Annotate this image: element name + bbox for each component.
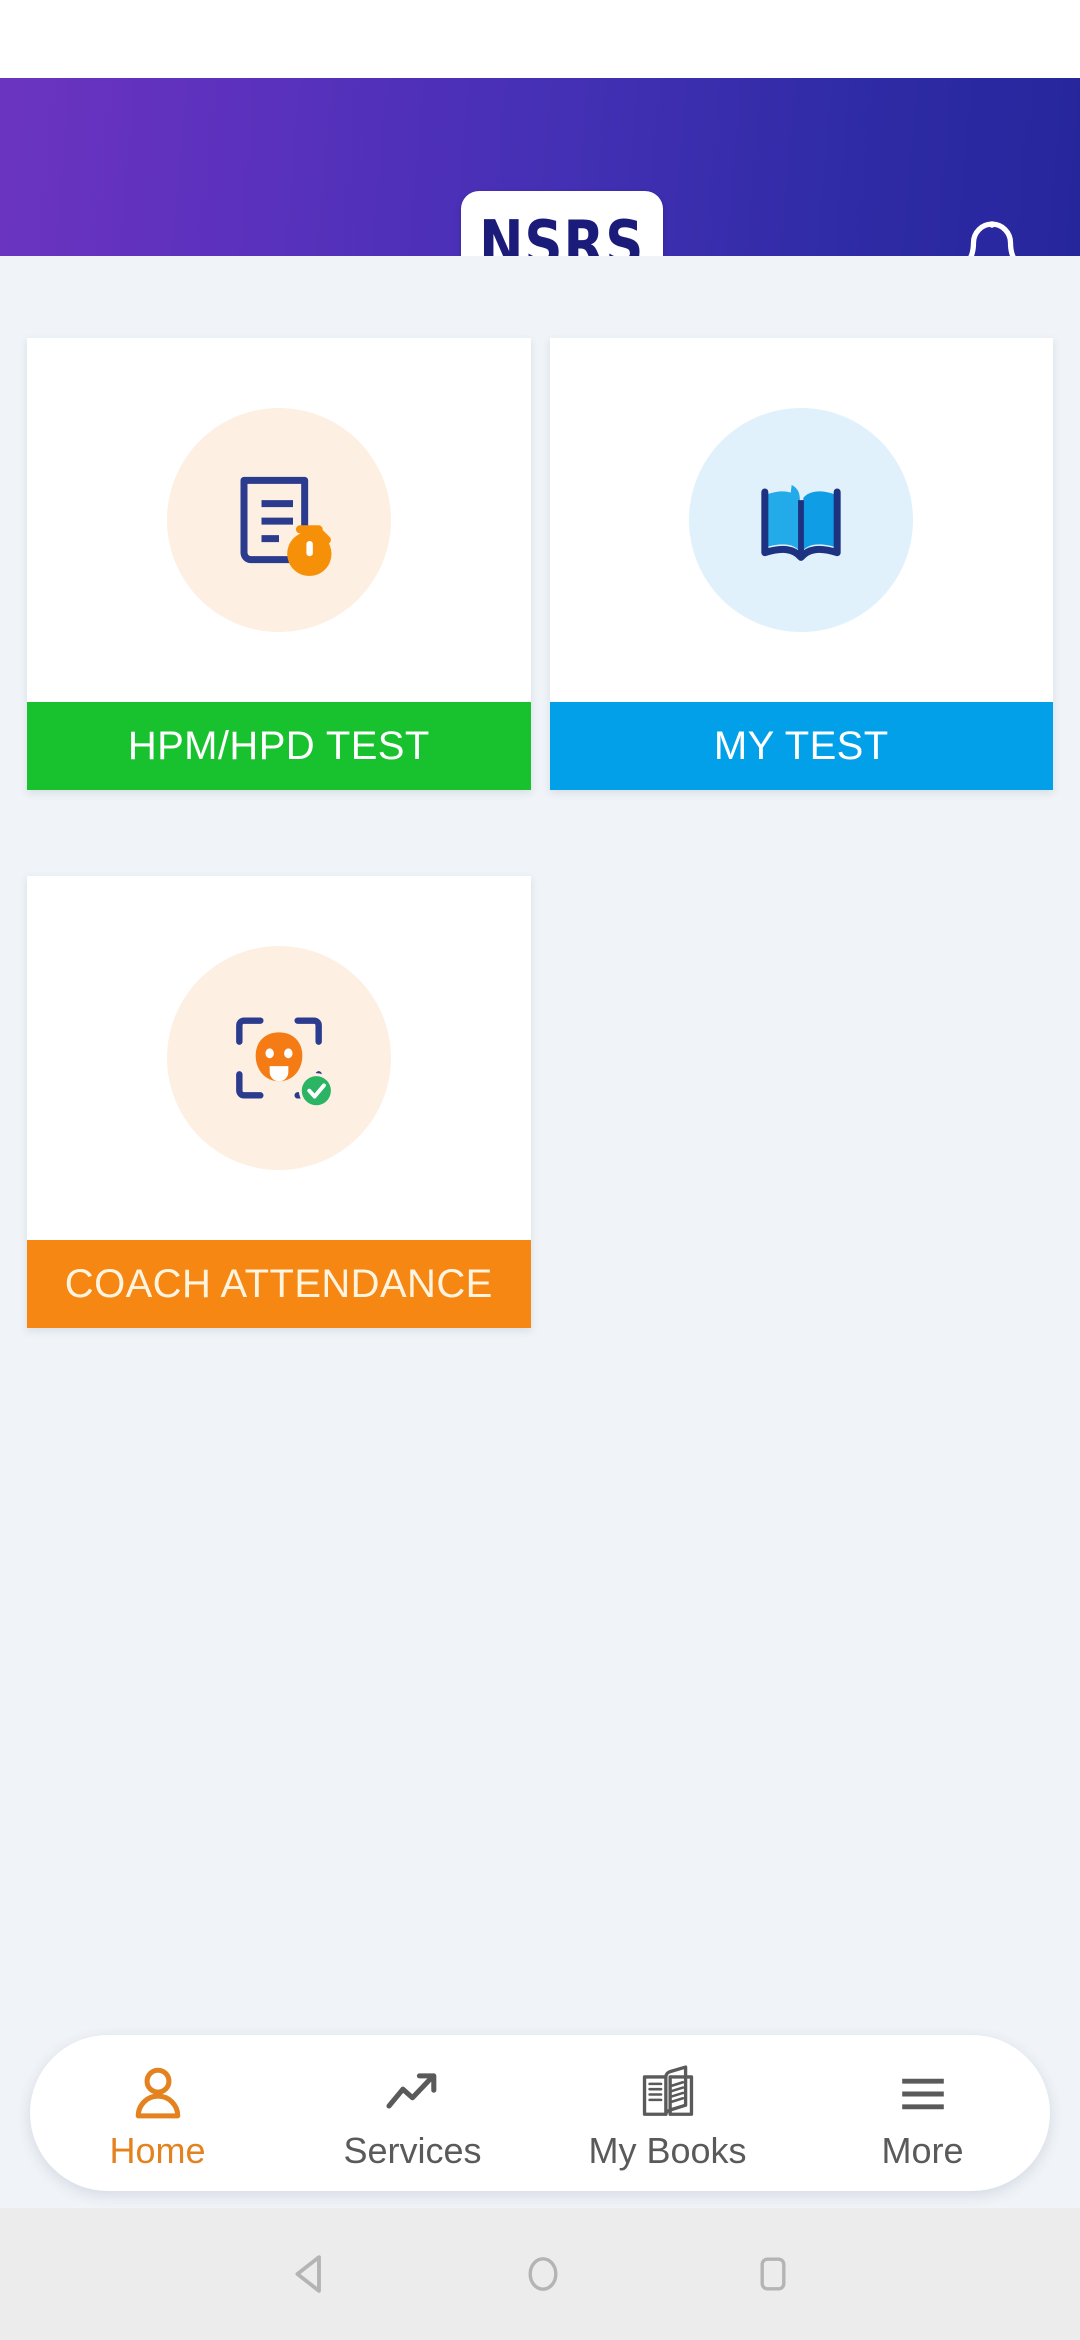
hamburger-icon <box>891 2054 955 2126</box>
tile-row-1: HPM/HPD TEST MY TEST <box>27 338 1053 790</box>
tile-label: COACH ATTENDANCE <box>27 1240 531 1328</box>
back-triangle-icon[interactable] <box>283 2247 337 2301</box>
open-book-icon <box>636 2054 700 2126</box>
recents-square-icon[interactable] <box>749 2250 797 2298</box>
nav-item-my-books[interactable]: My Books <box>540 2035 795 2191</box>
app-logo: NSRS <box>461 191 663 256</box>
tile-empty-slot <box>550 876 1054 1328</box>
tile-row-2: COACH ATTENDANCE <box>27 876 1053 1328</box>
trending-up-icon <box>381 2054 445 2126</box>
tile-label: HPM/HPD TEST <box>27 702 531 790</box>
app-header: NSRS <box>0 78 1080 256</box>
person-icon <box>126 2054 190 2126</box>
nav-label: Services <box>343 2130 482 2171</box>
tile-grid: HPM/HPD TEST MY TEST COACH ATTENDANCE <box>27 338 1053 1414</box>
nav-label: Home <box>109 2130 206 2171</box>
tile-icon-area <box>27 338 531 702</box>
tile-hpm-hpd-test[interactable]: HPM/HPD TEST <box>27 338 531 790</box>
notification-bell-icon[interactable] <box>955 218 1029 256</box>
status-bar <box>0 0 1080 78</box>
tile-my-test[interactable]: MY TEST <box>549 338 1053 790</box>
open-book-icon <box>689 408 914 632</box>
tile-coach-attendance[interactable]: COACH ATTENDANCE <box>27 876 531 1328</box>
face-scan-check-icon <box>166 946 391 1170</box>
home-circle-icon[interactable] <box>519 2250 567 2298</box>
nav-label: My Books <box>588 2130 747 2171</box>
nav-item-services[interactable]: Services <box>285 2035 540 2191</box>
nav-label: More <box>881 2130 964 2171</box>
nav-item-home[interactable]: Home <box>30 2035 285 2191</box>
tile-label: MY TEST <box>549 702 1053 790</box>
tile-icon-area <box>549 338 1053 702</box>
nav-item-more[interactable]: More <box>795 2035 1050 2191</box>
tile-icon-area <box>27 876 531 1240</box>
app-logo-text: NSRS <box>479 208 645 256</box>
android-system-navbar <box>0 2208 1080 2340</box>
bottom-navigation: Home Services My Books More <box>30 2035 1050 2191</box>
app-root: NSRS HPM/HPD TEST MY TEST COACH ATTENDAN… <box>0 0 1080 2340</box>
document-stopwatch-icon <box>166 408 391 632</box>
